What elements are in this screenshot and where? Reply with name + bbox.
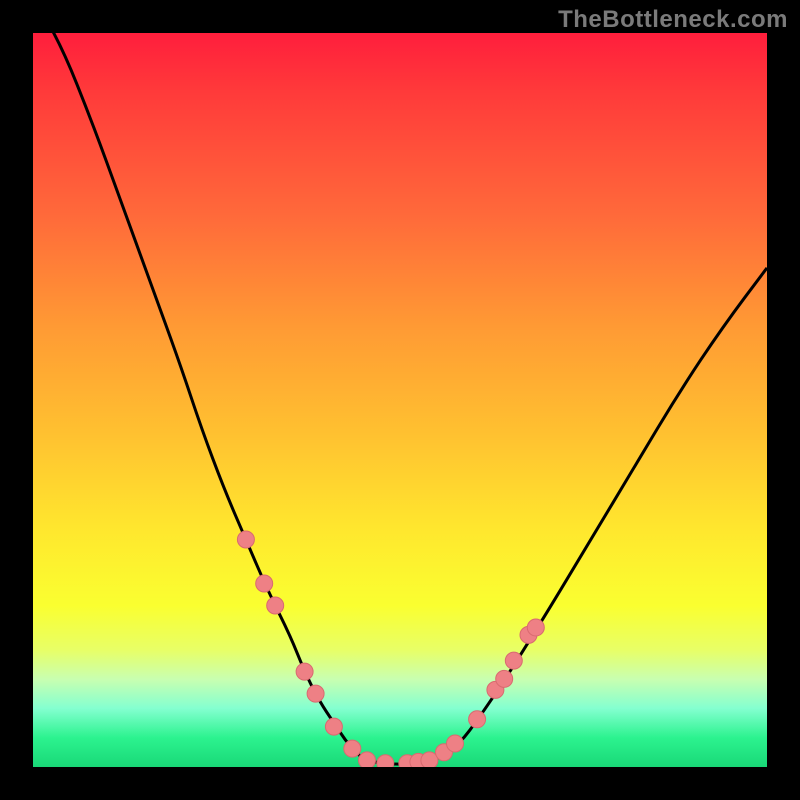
- data-marker: [307, 685, 324, 702]
- data-marker: [377, 755, 394, 767]
- data-marker: [256, 575, 273, 592]
- data-marker: [237, 531, 254, 548]
- watermark-text: TheBottleneck.com: [558, 6, 788, 34]
- data-marker: [267, 597, 284, 614]
- data-marker: [296, 663, 313, 680]
- bottleneck-curve: [33, 33, 767, 764]
- plot-area: [33, 33, 767, 767]
- data-marker: [447, 735, 464, 752]
- data-marker: [469, 711, 486, 728]
- data-marker: [359, 752, 376, 767]
- marker-group: [237, 531, 544, 767]
- data-marker: [527, 619, 544, 636]
- chart-frame: TheBottleneck.com: [0, 0, 800, 800]
- data-marker: [325, 718, 342, 735]
- data-marker: [496, 670, 513, 687]
- data-marker: [505, 652, 522, 669]
- curve-path: [33, 33, 767, 764]
- curve-layer: [33, 33, 767, 767]
- data-marker: [344, 740, 361, 757]
